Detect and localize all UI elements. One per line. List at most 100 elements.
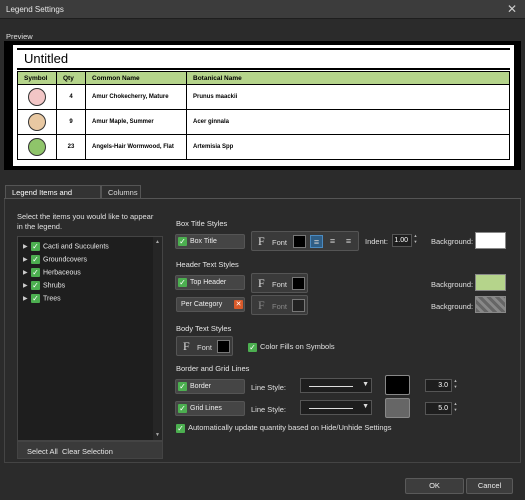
align-center-icon[interactable]: ≡: [326, 235, 339, 248]
top-header-toggle[interactable]: ✓ Top Header: [175, 275, 245, 290]
border-line-style-dropdown[interactable]: ▼: [300, 378, 372, 393]
items-instruction-line1: Select the items you would like to appea…: [17, 212, 154, 221]
preview-qty: 4: [56, 84, 86, 110]
close-icon[interactable]: ✕: [505, 2, 519, 16]
preview-label: Preview: [6, 32, 33, 41]
preview-col-botanical: Botanical Name: [186, 71, 510, 85]
body-text-heading: Body Text Styles: [176, 324, 232, 333]
per-category-font-button[interactable]: F Font: [251, 295, 308, 315]
checkbox-checked-icon[interactable]: ✓: [31, 242, 40, 251]
font-color-swatch[interactable]: [292, 277, 305, 290]
tree-item-trees[interactable]: ▶ ✓ Trees: [23, 294, 61, 306]
align-left-icon[interactable]: ≡: [310, 235, 323, 248]
font-color-swatch[interactable]: [292, 299, 305, 312]
box-title-background-swatch[interactable]: [475, 232, 506, 249]
preview-botanical: Artemisia Spp: [186, 134, 510, 160]
indent-input[interactable]: 1.00: [392, 234, 412, 247]
tree-item-groundcovers[interactable]: ▶ ✓ Groundcovers: [23, 255, 87, 267]
border-width-spinner-icon[interactable]: ▲ ▼: [452, 378, 459, 390]
box-title-toggle[interactable]: ✓ Box Title: [175, 234, 245, 249]
indent-spinner-icon[interactable]: ▲ ▼: [412, 233, 419, 245]
font-icon: F: [258, 276, 265, 290]
checkbox-checked-icon[interactable]: ✓: [178, 236, 187, 246]
per-category-background-swatch[interactable]: [475, 296, 506, 313]
legend-preview: Untitled Symbol Qty Common Name Botanica…: [13, 45, 514, 166]
header-background-swatch[interactable]: [475, 274, 506, 291]
checkbox-checked-icon[interactable]: ✓: [31, 255, 40, 264]
select-all-button[interactable]: Select All: [27, 447, 58, 456]
clear-selection-button[interactable]: Clear Selection: [62, 447, 113, 456]
font-color-swatch[interactable]: [293, 235, 306, 248]
preview-title-rule: [17, 68, 510, 70]
tab-columns[interactable]: Columns: [101, 185, 141, 199]
per-category-background-label: Background:: [431, 302, 474, 311]
border-toggle[interactable]: ✓ Border: [175, 379, 245, 394]
expand-arrow-icon[interactable]: ▶: [23, 269, 31, 276]
top-header-font-button[interactable]: F Font: [251, 273, 308, 293]
grid-line-style-label: Line Style:: [251, 405, 287, 414]
tree-item-cacti[interactable]: ▶ ✓ Cacti and Succulents: [23, 242, 109, 254]
checkbox-checked-icon[interactable]: ✓: [176, 423, 185, 433]
grid-width-spinner-icon[interactable]: ▲ ▼: [452, 401, 459, 413]
border-color-swatch[interactable]: [385, 375, 410, 395]
checkbox-checked-icon[interactable]: ✓: [178, 277, 187, 287]
border-width-input[interactable]: 3.0: [425, 379, 452, 392]
header-background-label: Background:: [431, 280, 474, 289]
box-title-font-button[interactable]: F Font ≡ ≡ ≡: [251, 231, 359, 251]
cancel-button[interactable]: Cancel: [466, 478, 513, 494]
font-icon: F: [258, 234, 265, 248]
auto-update-option[interactable]: ✓ Automatically update quantity based on …: [176, 423, 391, 433]
border-line-style-label: Line Style:: [251, 383, 287, 392]
align-right-icon[interactable]: ≡: [342, 235, 355, 248]
box-title-background-label: Background:: [431, 237, 474, 246]
grid-line-style-dropdown[interactable]: ▼: [300, 400, 372, 415]
remove-x-icon[interactable]: ✕: [234, 300, 243, 309]
checkbox-checked-icon[interactable]: ✓: [31, 294, 40, 303]
legend-items-tree[interactable]: ▶ ✓ Cacti and Succulents ▶ ✓ Groundcovers ▶ ✓…: [17, 236, 163, 441]
tree-item-shrubs[interactable]: ▶ ✓ Shrubs: [23, 281, 65, 293]
preview-row: 23 Angels-Hair Wormwood, Flat Artemisia …: [17, 134, 510, 160]
grid-lines-toggle[interactable]: ✓ Grid Lines: [175, 401, 245, 416]
tree-footer: Select All Clear Selection: [17, 441, 163, 459]
preview-common: Amur Maple, Summer: [85, 109, 187, 135]
ok-button[interactable]: OK: [405, 478, 464, 494]
preview-border-top: [17, 48, 510, 50]
tree-item-herbaceous[interactable]: ▶ ✓ Herbaceous: [23, 268, 81, 280]
plant-symbol-icon: [28, 138, 46, 156]
scroll-down-icon[interactable]: ▼: [154, 432, 161, 438]
preview-title: Untitled: [24, 51, 69, 66]
checkbox-checked-icon[interactable]: ✓: [178, 403, 187, 413]
body-font-button[interactable]: F Font: [176, 336, 233, 356]
checkbox-checked-icon[interactable]: ✓: [31, 281, 40, 290]
expand-arrow-icon[interactable]: ▶: [23, 243, 31, 250]
preview-botanical: Acer ginnala: [186, 109, 510, 135]
expand-arrow-icon[interactable]: ▶: [23, 256, 31, 263]
preview-table: Symbol Qty Common Name Botanical Name 4 …: [17, 71, 510, 160]
font-color-swatch[interactable]: [217, 340, 230, 353]
header-text-heading: Header Text Styles: [176, 260, 239, 269]
line-sample: [309, 386, 353, 387]
checkbox-checked-icon[interactable]: ✓: [31, 268, 40, 277]
indent-label: Indent:: [365, 237, 388, 246]
expand-arrow-icon[interactable]: ▶: [23, 282, 31, 289]
preview-row: 4 Amur Chokecherry, Mature Prunus maacki…: [17, 84, 510, 110]
window-title: Legend Settings: [6, 5, 64, 14]
border-grid-heading: Border and Grid Lines: [176, 364, 250, 373]
chevron-down-icon[interactable]: ▼: [362, 403, 369, 410]
scroll-up-icon[interactable]: ▲: [154, 239, 161, 245]
color-fills-option[interactable]: ✓ Color Fills on Symbols: [248, 342, 335, 352]
checkbox-checked-icon[interactable]: ✓: [248, 342, 257, 352]
expand-arrow-icon[interactable]: ▶: [23, 295, 31, 302]
preview-row: 9 Amur Maple, Summer Acer ginnala: [17, 109, 510, 135]
checkbox-checked-icon[interactable]: ✓: [178, 381, 187, 391]
preview-col-common: Common Name: [85, 71, 187, 85]
grid-width-input[interactable]: 5.0: [425, 402, 452, 415]
items-instruction-line2: in the legend.: [17, 222, 63, 231]
preview-common: Amur Chokecherry, Mature: [85, 84, 187, 110]
tree-scrollbar[interactable]: ▲ ▼: [153, 237, 162, 440]
chevron-down-icon[interactable]: ▼: [362, 381, 369, 388]
preview-col-symbol: Symbol: [17, 71, 57, 85]
grid-color-swatch[interactable]: [385, 398, 410, 418]
tab-legend-items[interactable]: Legend Items and Styles: [5, 185, 101, 206]
box-title-heading: Box Title Styles: [176, 219, 228, 228]
